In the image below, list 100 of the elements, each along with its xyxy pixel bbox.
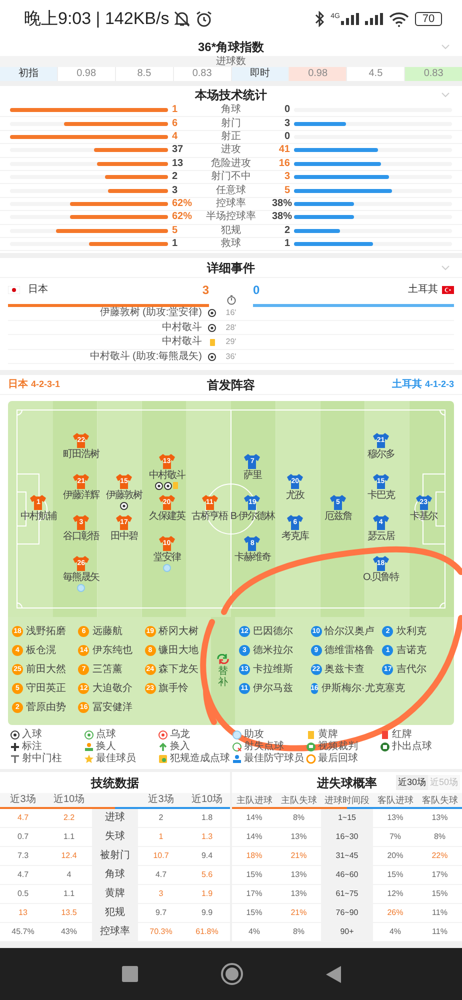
player-name: 考克库 <box>282 531 309 542</box>
table-cell: 46~60 <box>321 866 373 884</box>
table-cell: 61~75 <box>321 885 373 904</box>
person-icon <box>232 754 242 764</box>
screen-icon <box>306 742 316 752</box>
card-icon <box>173 482 178 490</box>
turkey-flag-icon <box>442 286 454 294</box>
swap-arrows-icon <box>217 654 229 664</box>
assist-icon <box>77 584 86 592</box>
ring-icon <box>306 754 316 764</box>
player-name: 巴因德尔 <box>253 626 293 637</box>
table-cell-text: 21% <box>290 907 308 920</box>
stat-label: 犯规 <box>221 226 241 236</box>
event-text: 中村敬斗 <box>162 322 202 333</box>
stat-value: 37 <box>171 145 184 156</box>
column-header: 客队进球 <box>376 794 414 807</box>
substitutes-label: 替补 <box>218 666 228 688</box>
player-name: 伊藤敦树 <box>106 490 142 502</box>
stat-value: 13 <box>171 158 184 169</box>
player-name: 厄兹詹 <box>324 510 352 522</box>
team-name: 日本 <box>28 285 48 296</box>
table-cell-text: 8% <box>432 831 447 844</box>
player-name: 田中碧 <box>110 531 138 542</box>
table-cell-text: 15% <box>430 888 449 900</box>
player-name: 菅原由势 <box>26 702 66 713</box>
legend-label: 点球 <box>96 730 116 740</box>
plus-icon <box>10 742 20 752</box>
ball-icon <box>10 730 20 740</box>
table-cell-text: 14% <box>245 812 264 824</box>
table-cell-text: 9.4 <box>200 850 214 862</box>
table-cell-text: 7% <box>388 831 402 844</box>
event-minute: 36' <box>226 350 236 363</box>
table-cell: 1~15 <box>321 809 373 828</box>
goalpost-icon <box>10 754 20 764</box>
table-cell-text: 13.5 <box>60 907 78 920</box>
star-icon <box>84 754 94 764</box>
table-cell-text: 4% <box>388 926 402 938</box>
table-cell: 即时 <box>232 67 288 81</box>
wifi-icon <box>389 12 409 26</box>
legend-label: 入球 <box>22 730 42 740</box>
event-text: 伊藤敦树 (助攻:堂安律) <box>100 308 202 318</box>
player-name: 德米拉尔 <box>253 646 293 656</box>
table-cell: 黄牌 <box>92 885 138 904</box>
player-name: 毎熊晟矢 <box>63 572 100 584</box>
stat-value: 6 <box>171 118 179 129</box>
stat-value: 62% <box>171 198 190 209</box>
table-cell-text: 22% <box>430 850 449 862</box>
stat-value: 1 <box>171 105 179 116</box>
table-cell-text: 1.8 <box>200 812 214 824</box>
player-name: 桥冈大树 <box>158 626 199 637</box>
card-icon <box>380 730 390 740</box>
table-cell-text: 13% <box>290 888 308 900</box>
player-name: 伊斯梅尔·尤克塞克 <box>321 684 405 694</box>
table-cell-text: 12% <box>386 888 404 900</box>
player-name: 久保建英 <box>148 510 185 522</box>
player-name: 镰田大地 <box>158 646 199 656</box>
home-nav-icon[interactable] <box>220 963 242 985</box>
ball-icon <box>208 352 216 361</box>
table-cell-text: 21% <box>290 850 308 862</box>
signal-icon <box>341 13 359 25</box>
table-cell: 0.98 <box>289 67 346 81</box>
table-cell-text: 10.7 <box>152 850 170 862</box>
toggle-tab[interactable]: 近30场 <box>396 775 428 790</box>
table-cell-text: 1.1 <box>62 831 76 844</box>
table-cell-text: 15% <box>245 869 264 882</box>
table-cell-text: 0.7 <box>16 831 30 844</box>
table-cell-text: 2 <box>158 812 164 824</box>
player-name: 恰尔汉奥卢 <box>324 626 375 637</box>
legend-label: 扑出点球 <box>392 742 432 752</box>
stat-value: 3 <box>283 172 291 182</box>
table-cell-text: 4 <box>66 869 72 882</box>
player-name: 德维雷格鲁 <box>324 646 375 656</box>
player-name: 冨安健洋 <box>92 702 132 713</box>
event-minute: 29' <box>226 336 236 348</box>
table-cell: 4.5 <box>347 67 404 81</box>
back-nav-icon[interactable] <box>326 966 340 982</box>
table-cell-text: 14% <box>245 831 264 844</box>
stat-value: 4 <box>171 132 179 142</box>
table-cell: 76~90 <box>321 904 373 922</box>
player-name: 伊尔马兹 <box>253 684 293 694</box>
table-cell: 31~45 <box>321 847 373 866</box>
table-cell-text: 11% <box>431 907 448 920</box>
table-cell: 初指 <box>0 67 57 81</box>
table-cell-text: 13% <box>290 869 308 882</box>
column-header: 近10场 <box>190 793 224 808</box>
card-icon <box>210 338 214 346</box>
square-nav-icon[interactable] <box>122 966 138 982</box>
player-name: 伊东纯也 <box>92 646 132 656</box>
legend-label: 犯规造成点球 <box>170 754 230 764</box>
ball-icon <box>84 730 94 740</box>
stat-value: 0 <box>283 132 291 142</box>
event-minute: 16' <box>226 307 236 320</box>
player-name: 町田浩树 <box>63 449 100 460</box>
stat-value: 5 <box>283 186 291 196</box>
formation-label: 4-1-2-3 <box>424 378 454 392</box>
section-title: 详细事件 <box>207 260 255 277</box>
player-name: 三笘薰 <box>92 664 122 675</box>
alarm-icon <box>195 10 214 28</box>
stat-label: 进攻 <box>221 145 241 156</box>
table-cell-text: 18% <box>245 850 264 862</box>
